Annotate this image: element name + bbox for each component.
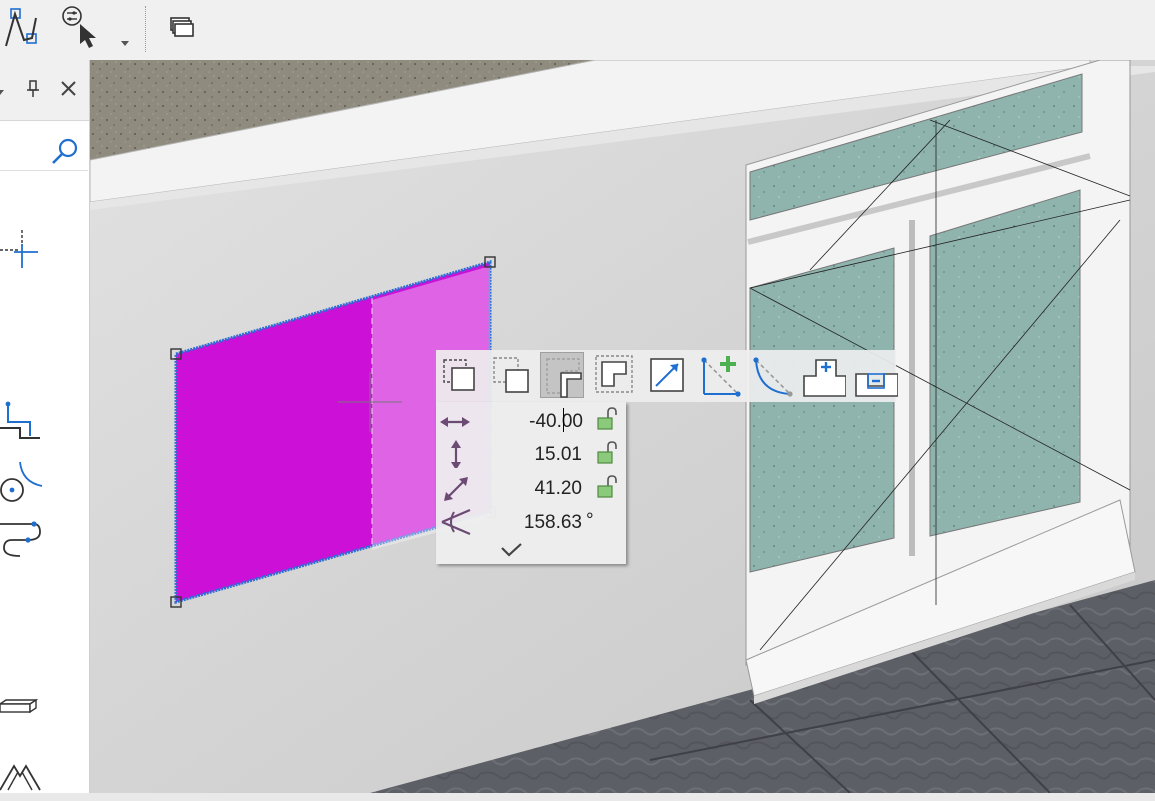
roof-icon[interactable] — [0, 750, 46, 796]
dy-row: 15.01 — [436, 438, 626, 470]
chevron-down-icon[interactable] — [0, 82, 16, 104]
angle-icon — [438, 508, 472, 536]
search-input[interactable] — [0, 134, 44, 162]
chevron-down-icon[interactable] — [119, 36, 131, 48]
length-row: 41.20 — [436, 472, 626, 504]
arc-tool-icon[interactable] — [0, 456, 46, 502]
selection-filter-icon[interactable] — [58, 4, 102, 50]
tool-palette — [0, 60, 90, 793]
angle-unit: ° — [586, 510, 594, 531]
polyline-tool-icon[interactable] — [2, 4, 46, 50]
length-field[interactable]: 41.20 — [492, 478, 582, 500]
l-shape-icon[interactable] — [540, 352, 584, 398]
diagonal-icon[interactable] — [646, 352, 690, 398]
angle-field[interactable]: 158.63 — [492, 512, 582, 534]
spline-tool-icon[interactable] — [0, 512, 46, 558]
square-dashed-icon[interactable] — [488, 352, 532, 398]
unlock-icon[interactable] — [596, 474, 620, 500]
main-toolbar — [0, 0, 1155, 61]
search-box — [0, 128, 88, 171]
unlock-icon[interactable] — [596, 406, 620, 432]
offset-shape-icon[interactable] — [592, 352, 636, 398]
search-icon[interactable] — [48, 136, 80, 168]
rectangle-select-icon[interactable] — [438, 352, 482, 398]
shape-toolbar — [436, 350, 899, 402]
add-vertex-icon[interactable] — [698, 352, 742, 398]
snap-point-icon[interactable] — [0, 226, 46, 272]
close-icon[interactable] — [58, 78, 80, 100]
pin-icon[interactable] — [22, 78, 44, 100]
horizontal-arrow-icon — [438, 406, 472, 434]
dx-field[interactable]: -40.00 — [492, 410, 584, 434]
vertical-arrow-icon — [438, 440, 472, 470]
line-corner-icon[interactable] — [0, 400, 46, 446]
diagonal-arrow-icon — [438, 474, 472, 502]
text-caret — [563, 408, 564, 432]
dimension-panel: -40.00 15.01 41.20 158.63 ° — [436, 402, 626, 564]
layers-icon[interactable] — [160, 4, 204, 50]
slab-icon[interactable] — [0, 688, 46, 734]
checkmark-icon[interactable] — [498, 540, 524, 560]
angle-row: 158.63 ° — [436, 506, 626, 538]
remove-niche-icon[interactable] — [854, 352, 899, 398]
toolbar-divider — [145, 6, 146, 52]
unlock-icon[interactable] — [596, 440, 620, 466]
dx-row: -40.00 — [436, 404, 626, 436]
add-niche-icon[interactable] — [802, 352, 847, 398]
panel-header — [0, 60, 89, 121]
dy-field[interactable]: 15.01 — [492, 444, 582, 466]
curve-edge-icon[interactable] — [750, 352, 794, 398]
